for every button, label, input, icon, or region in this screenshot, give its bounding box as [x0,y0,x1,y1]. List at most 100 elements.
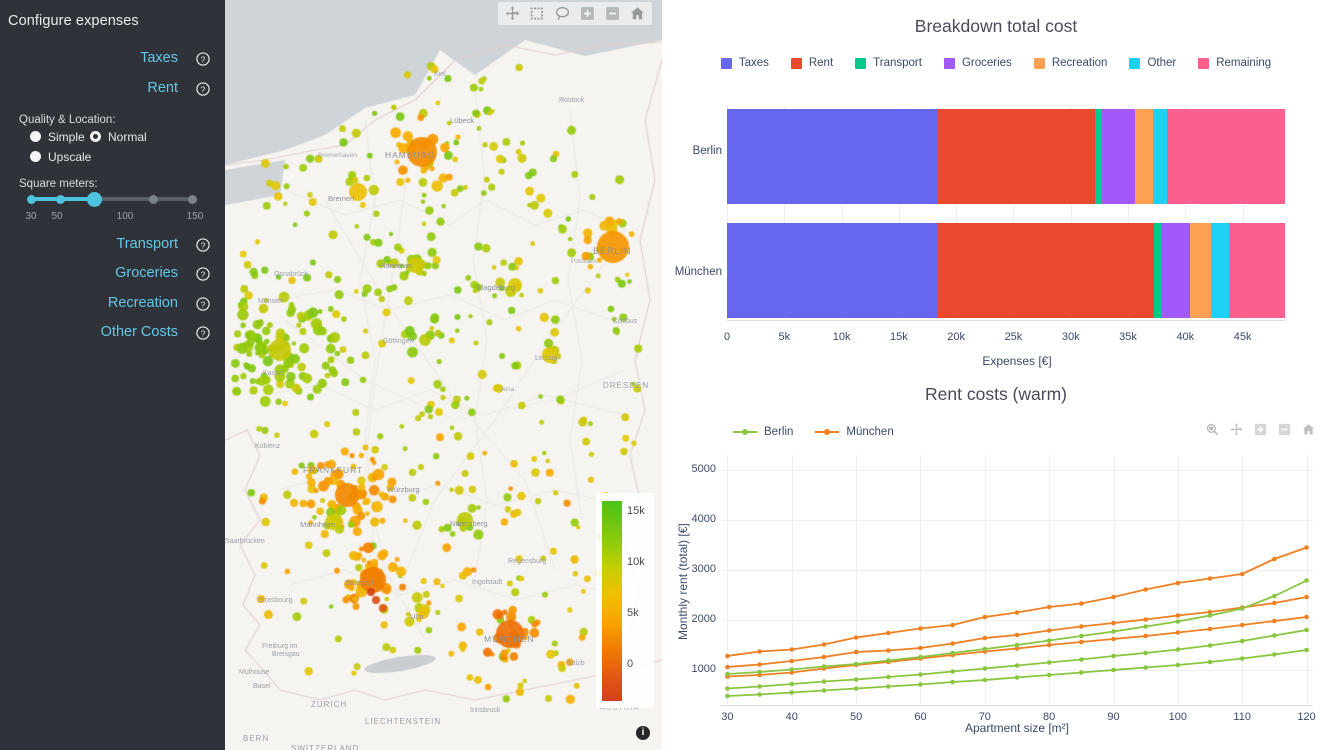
map-toolbar[interactable] [498,2,652,25]
data-point[interactable] [757,692,762,697]
bar-segment[interactable] [1189,223,1211,318]
bar-segment[interactable] [936,109,1095,204]
sidebar-section-other-costs[interactable]: Other Costs? [0,324,225,350]
data-point[interactable] [982,677,988,683]
data-point[interactable] [853,677,859,682]
bar-segment[interactable] [1166,109,1285,204]
data-point[interactable] [1143,650,1148,656]
data-point[interactable] [1046,638,1052,643]
help-icon[interactable]: ? [195,296,211,312]
data-point[interactable] [1143,617,1148,622]
data-point[interactable] [1304,594,1309,600]
bar-segment[interactable] [1154,223,1163,318]
sidebar-section-rent[interactable]: Rent? [0,80,225,106]
sidebar-section-label[interactable]: Recreation [108,295,178,311]
legend-item[interactable]: Recreation [1033,57,1107,69]
help-icon[interactable]: ? [195,325,211,341]
data-point[interactable] [1207,576,1213,581]
data-point[interactable] [757,684,762,689]
data-point[interactable] [1079,639,1084,645]
reset-home-icon[interactable] [1301,422,1316,437]
help-icon[interactable]: ? [195,81,211,97]
data-point[interactable] [1046,604,1052,610]
data-point[interactable] [1175,613,1181,618]
legend-item[interactable]: Berlin [733,426,793,438]
data-point[interactable] [1207,626,1213,632]
data-point[interactable] [1239,622,1245,628]
breakdown-plot-area[interactable] [727,105,1285,321]
help-icon[interactable]: ? [195,51,211,67]
data-point[interactable] [1175,647,1181,652]
data-point[interactable] [1111,667,1116,673]
data-point[interactable] [1143,587,1148,592]
zoom-out-icon[interactable] [1277,422,1292,437]
data-point[interactable] [1304,545,1309,550]
data-point[interactable] [821,642,827,647]
data-point[interactable] [1175,630,1181,635]
zoom-box-icon[interactable] [1205,422,1220,437]
bar-segment[interactable] [936,223,1155,318]
data-point[interactable] [982,635,988,641]
data-point[interactable] [950,679,955,685]
data-point[interactable] [918,654,923,660]
sidebar-section-label[interactable]: Rent [147,80,178,96]
data-point[interactable] [1143,633,1148,639]
data-point[interactable] [757,662,762,667]
pan-icon[interactable] [504,5,521,22]
data-point[interactable] [1239,656,1245,661]
data-point[interactable] [1175,662,1181,668]
data-point[interactable] [1111,620,1116,626]
legend-item[interactable]: Other [1129,57,1176,69]
data-point[interactable] [821,688,827,693]
square-meters-slider[interactable]: 30 50 100 150 [25,190,203,224]
legend-item[interactable]: Rent [790,57,833,69]
data-point[interactable] [950,641,955,646]
map-attribution-info-icon[interactable]: i [636,726,650,740]
rent-chart-toolbar[interactable] [1205,422,1316,437]
data-point[interactable] [982,646,988,652]
data-point[interactable] [982,614,988,620]
slider-handle-1[interactable] [55,194,65,204]
data-point[interactable] [1014,632,1020,638]
data-point[interactable] [886,684,891,689]
data-point[interactable] [918,626,923,631]
data-point[interactable] [1111,629,1116,634]
bar-segment[interactable] [727,223,937,318]
data-point[interactable] [950,669,955,674]
legend-item[interactable]: Transport [855,57,922,69]
data-point[interactable] [725,693,730,699]
data-point[interactable] [1272,556,1277,562]
bar-segment[interactable] [1228,223,1285,318]
data-point[interactable] [1272,600,1277,606]
bar-segment[interactable] [1162,223,1190,318]
help-icon[interactable]: ? [195,237,211,253]
bar-segment[interactable] [1153,109,1167,204]
data-point[interactable] [789,690,795,695]
zoom-in-icon[interactable] [579,5,596,22]
data-point[interactable] [1143,624,1148,629]
data-point[interactable] [1239,606,1245,611]
sidebar-section-label[interactable]: Taxes [140,50,178,66]
slider-handle-0[interactable] [26,194,36,204]
legend-item[interactable]: München [815,426,894,438]
slider-handle-3[interactable] [148,194,158,204]
bar-segment[interactable] [727,109,937,204]
data-point[interactable] [886,658,891,663]
radio-normal[interactable]: Normal [90,130,147,144]
data-point[interactable] [725,653,730,659]
reset-home-icon[interactable] [629,5,646,22]
sidebar-section-transport[interactable]: Transport? [0,236,225,262]
data-point[interactable] [1175,580,1181,586]
data-point[interactable] [1207,659,1213,665]
sidebar-section-recreation[interactable]: Recreation? [0,295,225,321]
sidebar-section-label[interactable]: Other Costs [101,324,178,340]
slider-handle-2[interactable] [86,191,102,207]
data-point[interactable] [1143,665,1148,670]
data-point[interactable] [1046,672,1052,678]
data-point[interactable] [1014,675,1020,680]
line-series[interactable] [727,546,1307,657]
radio-upscale[interactable]: Upscale [30,150,91,164]
data-point[interactable] [789,647,795,652]
data-point[interactable] [1111,594,1116,600]
pan-icon[interactable] [1229,422,1244,437]
